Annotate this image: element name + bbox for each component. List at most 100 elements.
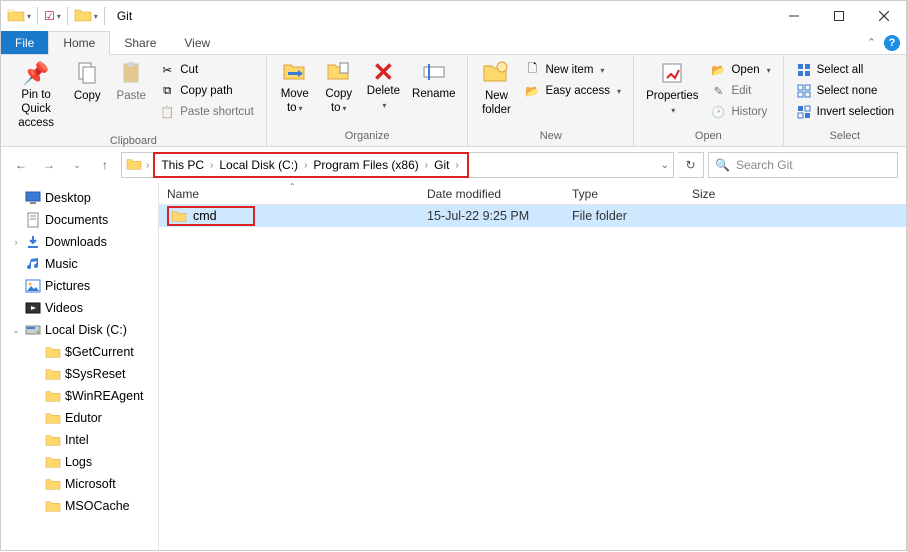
- chevron-right-icon[interactable]: ›: [142, 160, 153, 171]
- edit-button[interactable]: ✎Edit: [706, 82, 774, 100]
- tree-item-label: Intel: [65, 433, 89, 447]
- expand-icon[interactable]: ›: [11, 237, 21, 247]
- home-tab[interactable]: Home: [48, 31, 110, 55]
- crumb-git[interactable]: Git: [432, 158, 451, 172]
- select-none-button[interactable]: Select none: [792, 82, 898, 100]
- share-tab[interactable]: Share: [110, 31, 170, 54]
- breadcrumb-highlight: This PC › Local Disk (C:) › Program File…: [153, 152, 468, 178]
- back-button[interactable]: ←: [9, 153, 33, 177]
- copy-path-button[interactable]: ⧉Copy path: [155, 82, 258, 100]
- tree-item[interactable]: Videos: [1, 297, 158, 319]
- refresh-button[interactable]: ↻: [678, 152, 704, 178]
- up-button[interactable]: ↑: [93, 153, 117, 177]
- new-folder-icon: [482, 61, 510, 88]
- pin-quick-access-button[interactable]: 📌 Pin to Quick access: [7, 59, 65, 133]
- cut-button[interactable]: ✂Cut: [155, 61, 258, 79]
- tree-item[interactable]: Music: [1, 253, 158, 275]
- qat-check-icon[interactable]: ☑: [44, 9, 55, 23]
- tree-item[interactable]: Intel: [1, 429, 158, 451]
- tree-item[interactable]: MSOCache: [1, 495, 158, 517]
- qat-separator2: [67, 7, 68, 25]
- forward-button[interactable]: →: [37, 153, 61, 177]
- col-type[interactable]: Type: [564, 187, 684, 201]
- tree-item[interactable]: Edutor: [1, 407, 158, 429]
- group-select: Select all Select none Invert selection …: [784, 55, 906, 146]
- group-open-label: Open: [634, 128, 783, 146]
- history-icon: 🕑: [710, 104, 726, 120]
- invert-selection-button[interactable]: Invert selection: [792, 103, 898, 121]
- col-size[interactable]: Size: [684, 187, 764, 201]
- search-box[interactable]: 🔍 Search Git: [708, 152, 898, 178]
- ribbon: 📌 Pin to Quick access Copy Paste ✂Cut ⧉C…: [1, 55, 906, 147]
- copy-button[interactable]: Copy: [65, 59, 109, 106]
- desktop-icon: [25, 190, 41, 206]
- tree-item[interactable]: Logs: [1, 451, 158, 473]
- context-dropdown-icon[interactable]: ▾: [94, 12, 98, 21]
- col-date[interactable]: Date modified: [419, 187, 564, 201]
- qat-dropdown2-icon[interactable]: ▾: [57, 12, 61, 21]
- tree-item[interactable]: $WinREAgent: [1, 385, 158, 407]
- tree-item-label: Edutor: [65, 411, 102, 425]
- paste-shortcut-button[interactable]: 📋Paste shortcut: [155, 103, 258, 121]
- videos-icon: [25, 300, 41, 316]
- chevron-right-icon[interactable]: ›: [451, 160, 462, 171]
- highlighted-name: cmd: [167, 206, 255, 226]
- tree-item-label: Desktop: [45, 191, 91, 205]
- group-organize-label: Organize: [267, 128, 468, 146]
- move-to-icon: [282, 61, 308, 86]
- tree-item[interactable]: ⌄ Local Disk (C:): [1, 319, 158, 341]
- minimize-button[interactable]: [771, 1, 816, 31]
- chevron-right-icon[interactable]: ›: [300, 160, 311, 171]
- pictures-icon: [25, 278, 41, 294]
- tree-item[interactable]: Microsoft: [1, 473, 158, 495]
- view-tab[interactable]: View: [170, 31, 224, 54]
- navigation-tree[interactable]: Desktop Documents›Downloads Music Pictures V…: [1, 183, 159, 552]
- file-row[interactable]: cmd15-Jul-22 9:25 PMFile folder: [159, 205, 906, 227]
- move-to-button[interactable]: Move to▾: [273, 59, 317, 118]
- new-item-button[interactable]: 🗋New item▾: [520, 61, 625, 79]
- paste-icon: [119, 61, 143, 88]
- maximize-button[interactable]: [816, 1, 861, 31]
- open-button[interactable]: 📂Open▾: [706, 61, 774, 79]
- col-name[interactable]: Name⌃: [159, 187, 419, 201]
- easy-access-button[interactable]: 📂Easy access▾: [520, 82, 625, 100]
- expand-icon[interactable]: ⌄: [11, 325, 21, 336]
- help-icon[interactable]: ?: [884, 35, 900, 51]
- select-all-button[interactable]: Select all: [792, 61, 898, 79]
- file-tab[interactable]: File: [1, 31, 48, 54]
- tree-item[interactable]: $SysReset: [1, 363, 158, 385]
- delete-button[interactable]: ✕ Delete▾: [361, 59, 406, 115]
- ribbon-tabs: File Home Share View ⌃ ?: [1, 31, 906, 55]
- crumb-this-pc[interactable]: This PC: [159, 158, 206, 172]
- address-dropdown-icon[interactable]: ⌄: [661, 160, 669, 171]
- collapse-ribbon-icon[interactable]: ⌃: [867, 36, 876, 49]
- file-rows: cmd15-Jul-22 9:25 PMFile folder: [159, 205, 906, 552]
- tree-item[interactable]: Desktop: [1, 187, 158, 209]
- tree-item-label: Music: [45, 257, 78, 271]
- rename-button[interactable]: Rename: [406, 59, 461, 104]
- crumb-local-disk[interactable]: Local Disk (C:): [217, 158, 300, 172]
- crumb-program-files[interactable]: Program Files (x86): [311, 158, 420, 172]
- properties-button[interactable]: Properties▾: [640, 59, 704, 120]
- new-folder-button[interactable]: New folder: [474, 59, 518, 120]
- history-button[interactable]: 🕑History: [706, 103, 774, 121]
- chevron-right-icon[interactable]: ›: [421, 160, 432, 171]
- tree-item[interactable]: $GetCurrent: [1, 341, 158, 363]
- chevron-right-icon[interactable]: ›: [206, 160, 217, 171]
- tree-item-label: Videos: [45, 301, 83, 315]
- window-controls: [771, 1, 906, 31]
- tree-item-label: Local Disk (C:): [45, 323, 127, 337]
- address-bar[interactable]: › This PC › Local Disk (C:) › Program Fi…: [121, 152, 674, 178]
- qat-dropdown-icon[interactable]: ▾: [27, 12, 31, 21]
- tree-item[interactable]: Documents: [1, 209, 158, 231]
- tree-item[interactable]: Pictures: [1, 275, 158, 297]
- search-icon: 🔍: [715, 158, 730, 172]
- close-button[interactable]: [861, 1, 906, 31]
- tree-item[interactable]: ›Downloads: [1, 231, 158, 253]
- recent-dropdown[interactable]: ⌄: [65, 153, 89, 177]
- folder-icon: [45, 498, 61, 514]
- copy-to-button[interactable]: Copy to▾: [317, 59, 361, 118]
- sort-asc-icon: ⌃: [289, 182, 296, 191]
- tree-item-label: Logs: [65, 455, 92, 469]
- paste-button[interactable]: Paste: [109, 59, 153, 106]
